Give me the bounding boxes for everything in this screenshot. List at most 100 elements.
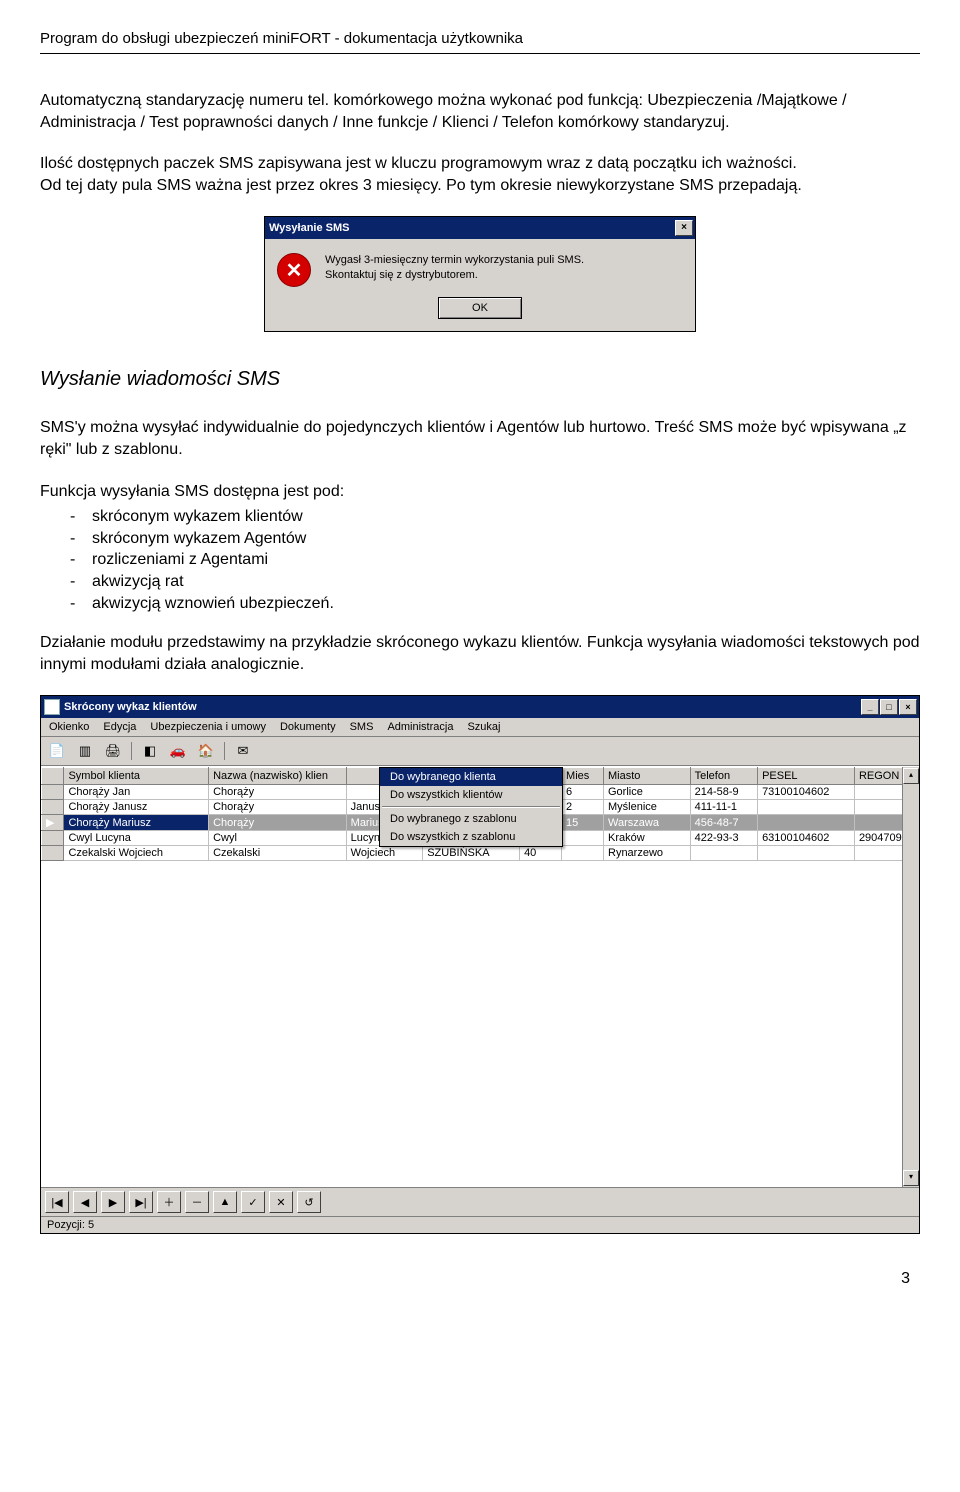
cell[interactable]: Myślenice — [604, 800, 691, 815]
nav-prev-button[interactable]: ◀ — [73, 1191, 97, 1213]
cell[interactable] — [758, 846, 855, 861]
menu-szukaj[interactable]: Szukaj — [467, 721, 500, 733]
col-miasto[interactable]: Miasto — [604, 768, 691, 785]
bullet-list: skróconym wykazem klientów skróconym wyk… — [40, 506, 920, 614]
nav-add-button[interactable]: ＋ — [157, 1191, 181, 1213]
toolbar-btn-1[interactable]: 📄 — [45, 739, 69, 763]
cell[interactable]: Chorąży — [209, 800, 347, 815]
list-item: skróconym wykazem Agentów — [92, 528, 920, 550]
cell[interactable]: 73100104602 — [758, 785, 855, 800]
table-row[interactable]: Czekalski WojciechCzekalskiWojciechSZUBI… — [42, 846, 919, 861]
nav-refresh-button[interactable]: ↺ — [297, 1191, 321, 1213]
menu-item-do-wybranego[interactable]: Do wybranego klienta — [380, 768, 562, 786]
page-number: 3 — [40, 1270, 920, 1288]
menu-sms[interactable]: SMS — [350, 721, 374, 733]
print-icon: 🖨 — [105, 743, 122, 759]
paragraph-4: SMS'y można wysyłać indywidualnie do poj… — [40, 417, 920, 460]
vertical-scrollbar[interactable]: ▴ ▾ — [902, 767, 919, 1187]
cell[interactable]: 456-48-7 — [690, 815, 757, 831]
toolbar-btn-3[interactable]: 🖨 — [101, 739, 125, 763]
mail-icon: ✉ — [238, 743, 249, 759]
cell[interactable]: Czekalski Wojciech — [64, 846, 209, 861]
cell[interactable]: Cwyl Lucyna — [64, 831, 209, 846]
toolbar-btn-7[interactable]: ✉ — [231, 739, 255, 763]
nav-next-button[interactable]: ▶ — [101, 1191, 125, 1213]
cell[interactable]: 63100104602 — [758, 831, 855, 846]
cell[interactable]: 6 — [562, 785, 604, 800]
dialog-titlebar: Wysyłanie SMS — [265, 217, 695, 239]
cell[interactable]: 40 — [520, 846, 562, 861]
cell[interactable] — [42, 831, 64, 846]
toolbar-btn-5[interactable]: 🚗 — [166, 739, 190, 763]
nav-edit-button[interactable]: ▲ — [213, 1191, 237, 1213]
col-symbol[interactable]: Symbol klienta — [64, 768, 209, 785]
app-toolbar: 📄 ▥ 🖨 ◧ 🚗 🏠 ✉ — [41, 737, 919, 766]
cell[interactable]: 214-58-9 — [690, 785, 757, 800]
nav-first-button[interactable]: |◀ — [45, 1191, 69, 1213]
close-icon[interactable]: × — [899, 699, 917, 715]
scroll-down-icon[interactable]: ▾ — [903, 1170, 919, 1186]
maximize-icon[interactable]: □ — [880, 699, 898, 715]
menu-item-wybranego-szablon[interactable]: Do wybranego z szablonu — [380, 810, 562, 828]
cell[interactable]: 15 — [562, 815, 604, 831]
cell[interactable]: Kraków — [604, 831, 691, 846]
col-mies[interactable]: Mies — [562, 768, 604, 785]
cell[interactable]: Gorlice — [604, 785, 691, 800]
cell[interactable]: ▶ — [42, 815, 64, 831]
nav-ok-button[interactable]: ✓ — [241, 1191, 265, 1213]
cell[interactable]: 422-93-3 — [690, 831, 757, 846]
toolbar-separator — [131, 742, 132, 760]
menu-ubezpieczenia[interactable]: Ubezpieczenia i umowy — [150, 721, 266, 733]
dialog-message: Wygasł 3-miesięczny termin wykorzystania… — [325, 253, 584, 283]
menu-item-wszystkich-szablon[interactable]: Do wszystkich z szablonu — [380, 828, 562, 846]
list-item: rozliczeniami z Agentami — [92, 549, 920, 571]
car-icon: 🚗 — [170, 743, 186, 759]
cell[interactable]: Chorąży Jan — [64, 785, 209, 800]
menu-item-do-wszystkich[interactable]: Do wszystkich klientów — [380, 786, 562, 804]
cell[interactable] — [562, 846, 604, 861]
row-header-blank — [42, 768, 64, 785]
cell[interactable]: Wojciech — [346, 846, 423, 861]
menu-edycja[interactable]: Edycja — [103, 721, 136, 733]
nav-cancel-button[interactable]: ✕ — [269, 1191, 293, 1213]
error-dialog: Wysyłanie SMS Wygasł 3-miesięczny termin… — [264, 216, 696, 332]
cell[interactable]: Chorąży — [209, 785, 347, 800]
cell[interactable]: Chorąży Mariusz — [64, 815, 209, 831]
menu-administracja[interactable]: Administracja — [387, 721, 453, 733]
close-icon[interactable] — [675, 220, 693, 236]
cell[interactable] — [562, 831, 604, 846]
cell[interactable] — [758, 800, 855, 815]
cell[interactable]: 411-11-1 — [690, 800, 757, 815]
menu-dokumenty[interactable]: Dokumenty — [280, 721, 336, 733]
col-telefon[interactable]: Telefon — [690, 768, 757, 785]
header-rule — [40, 53, 920, 54]
scroll-up-icon[interactable]: ▴ — [903, 768, 919, 784]
cell[interactable] — [42, 800, 64, 815]
toolbar-btn-6[interactable]: 🏠 — [194, 739, 218, 763]
col-pesel[interactable]: PESEL — [758, 768, 855, 785]
nav-last-button[interactable]: ▶| — [129, 1191, 153, 1213]
cell[interactable]: Rynarzewo — [604, 846, 691, 861]
dialog-title: Wysyłanie SMS — [269, 222, 350, 234]
cell[interactable] — [42, 846, 64, 861]
cell[interactable]: Cwyl — [209, 831, 347, 846]
toolbar-btn-2[interactable]: ▥ — [73, 739, 97, 763]
cell[interactable] — [690, 846, 757, 861]
cell[interactable]: Czekalski — [209, 846, 347, 861]
cell[interactable]: Chorąży Janusz — [64, 800, 209, 815]
cell[interactable]: SZUBIŃSKA — [423, 846, 520, 861]
section-heading-wyslanie: Wysłanie wiadomości SMS — [40, 368, 920, 391]
col-nazwa[interactable]: Nazwa (nazwisko) klien — [209, 768, 347, 785]
toolbar-btn-4[interactable]: ◧ — [138, 739, 162, 763]
nav-remove-button[interactable]: － — [185, 1191, 209, 1213]
paragraph-6: Działanie modułu przedstawimy na przykła… — [40, 632, 920, 675]
minimize-icon[interactable]: _ — [861, 699, 879, 715]
nav-toolbar: |◀ ◀ ▶ ▶| ＋ － ▲ ✓ ✕ ↺ — [41, 1187, 919, 1216]
cell[interactable]: Chorąży — [209, 815, 347, 831]
cell[interactable]: 2 — [562, 800, 604, 815]
cell[interactable] — [42, 785, 64, 800]
ok-button[interactable]: OK — [438, 297, 522, 319]
cell[interactable] — [758, 815, 855, 831]
cell[interactable]: Warszawa — [604, 815, 691, 831]
menu-okienko[interactable]: Okienko — [49, 721, 89, 733]
